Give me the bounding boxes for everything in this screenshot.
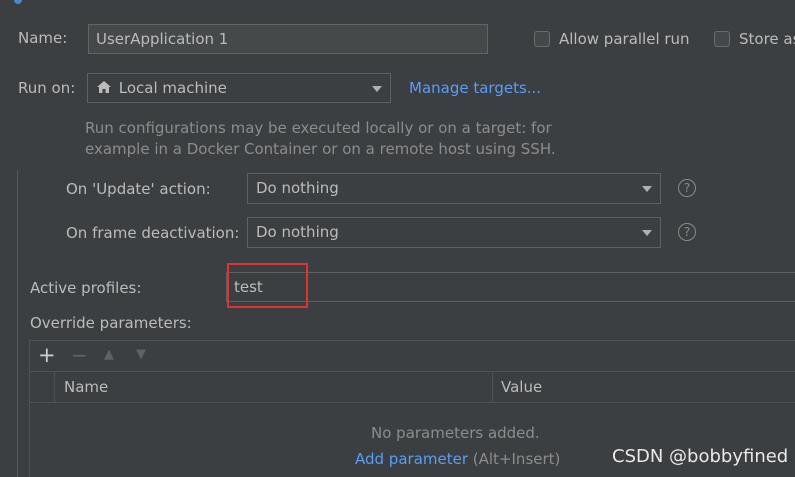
add-parameter-row: Add parameter (Alt+Insert) (355, 450, 560, 468)
add-parameter-shortcut: (Alt+Insert) (472, 450, 561, 468)
store-as-checkbox[interactable] (714, 31, 730, 47)
remove-icon[interactable]: − (71, 343, 88, 367)
highlight-box (227, 263, 308, 308)
update-action-selected: Do nothing (256, 179, 339, 197)
name-field[interactable]: UserApplication 1 (88, 24, 488, 54)
chevron-down-icon (642, 186, 652, 192)
help-icon[interactable]: ? (678, 223, 696, 241)
update-action-dropdown[interactable]: Do nothing (247, 173, 661, 204)
update-action-label: On 'Update' action: (66, 180, 211, 198)
active-profiles-label: Active profiles: (30, 279, 142, 297)
help-icon[interactable]: ? (678, 179, 696, 197)
name-label: Name: (18, 29, 68, 47)
run-on-hint-line1: Run configurations may be executed local… (85, 119, 552, 137)
frame-deactivation-selected: Do nothing (256, 223, 339, 241)
parameters-toolbar: + − ▲ ▼ (30, 340, 795, 371)
add-icon[interactable]: + (38, 343, 56, 367)
override-parameters-label: Override parameters: (30, 314, 192, 332)
watermark: CSDN @bobbyfined (612, 446, 789, 467)
title-strip (0, 0, 795, 6)
column-header-value[interactable]: Value (501, 378, 542, 396)
column-header-name[interactable]: Name (64, 378, 108, 396)
run-on-label: Run on: (18, 79, 76, 97)
manage-targets-link[interactable]: Manage targets... (409, 79, 541, 97)
add-parameter-link[interactable]: Add parameter (355, 450, 468, 468)
allow-parallel-run-checkbox[interactable] (534, 31, 550, 47)
empty-state-text: No parameters added. (371, 424, 540, 442)
column-divider (54, 372, 55, 402)
run-on-dropdown[interactable]: Local machine (87, 73, 391, 103)
frame-deactivation-dropdown[interactable]: Do nothing (247, 217, 661, 248)
chevron-down-icon (372, 86, 382, 92)
column-divider (492, 372, 493, 402)
run-on-hint-line2: example in a Docker Container or on a re… (85, 140, 556, 158)
frame-deactivation-label: On frame deactivation: (66, 224, 240, 242)
allow-parallel-run-label[interactable]: Allow parallel run (559, 30, 690, 48)
move-down-icon[interactable]: ▼ (136, 347, 146, 362)
run-on-selected: Local machine (118, 79, 227, 97)
home-icon (96, 75, 112, 103)
chevron-down-icon (642, 230, 652, 236)
store-as-label[interactable]: Store as (739, 30, 795, 48)
group-border (17, 170, 18, 477)
active-profiles-field[interactable]: test (226, 272, 795, 302)
move-up-icon[interactable]: ▲ (104, 347, 114, 362)
parameters-table-header: Name Value (30, 371, 795, 403)
